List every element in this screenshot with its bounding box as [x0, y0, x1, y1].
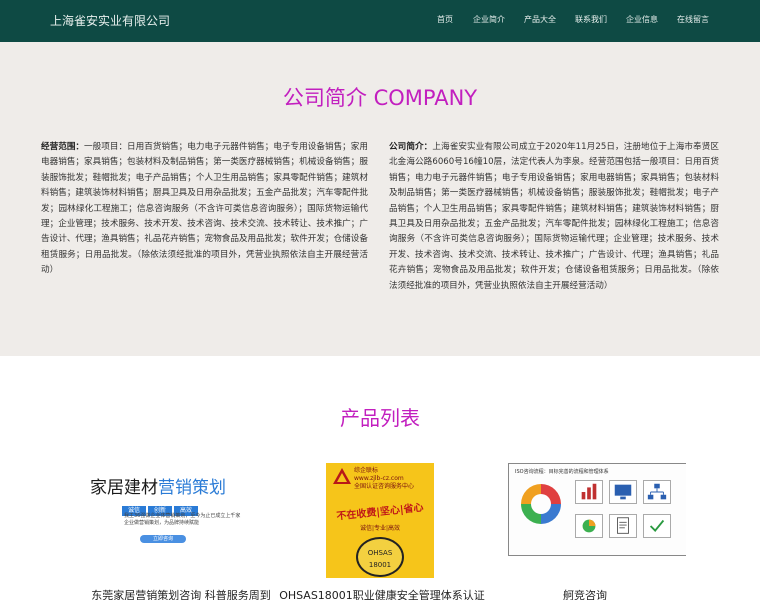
nav-item-message[interactable]: 在线留言: [677, 14, 709, 25]
product-card[interactable]: 综企联标 www.zjlb-cz.com 全国认证咨询服务中心 不在收费|坚心|…: [277, 463, 485, 600]
business-scope-body: 一般项目：日用百货销售；电力电子元器件销售；电子专用设备销售；家用电器销售；家具…: [41, 142, 368, 276]
company-intro-text: 公司简介：上海雀安实业有限公司成立于2020年11月25日，注册地位于上海市奉贤…: [389, 140, 719, 294]
business-scope-label: 经营范围：: [41, 142, 85, 152]
diagram-steps: [575, 478, 686, 548]
poster-slogan: 不在收费|坚心|省心: [336, 502, 425, 523]
bar-chart-icon: [581, 483, 597, 500]
product-card[interactable]: 家居建材营销策划 诚信 创新 高效 我主36强做企业体营销策划，至今为止已成立上千家…: [76, 463, 282, 600]
document-icon: [617, 517, 629, 534]
nav-item-company-info[interactable]: 企业信息: [626, 14, 658, 25]
nav-item-about[interactable]: 企业简介: [473, 14, 505, 25]
product-image[interactable]: 综企联标 www.zjlb-cz.com 全国认证咨询服务中心 不在收费|坚心|…: [277, 463, 483, 578]
step-box: [575, 514, 603, 538]
company-intro-body: 上海雀安实业有限公司成立于2020年11月25日，注册地位于上海市奉贤区北金海公…: [389, 142, 719, 291]
step-box: [609, 480, 637, 504]
ohsas-poster: 综企联标 www.zjlb-cz.com 全国认证咨询服务中心 不在收费|坚心|…: [326, 463, 434, 578]
product-caption[interactable]: OHSAS18001职业健康安全管理体系认证: [267, 587, 497, 600]
main-nav: 首页 企业简介 产品大全 联系我们 企业信息 在线留言: [0, 14, 760, 28]
nav-item-products[interactable]: 产品大全: [524, 14, 556, 25]
image-description: 我主36强做企业体营销策划，至今为止已成立上千家企业做营销策划，为品牌持续赋能: [124, 513, 241, 526]
triangle-logo-icon: [333, 468, 351, 484]
monitor-icon: [614, 484, 632, 500]
ohsas-badge: OHSAS 18001: [356, 537, 404, 577]
products-title: 产品列表: [340, 406, 420, 430]
product-caption[interactable]: 舸竞咨询: [470, 587, 700, 600]
business-scope-text: 经营范围：一般项目：日用百货销售；电力电子元器件销售；电子专用设备销售；家用电器…: [41, 140, 368, 279]
cycle-diagram-icon: [521, 484, 561, 524]
image-headline: 家居建材营销策划: [90, 478, 226, 498]
poster-header: 综企联标 www.zjlb-cz.com 全国认证咨询服务中心: [354, 467, 415, 490]
top-navbar: 上海雀安实业有限公司 首页 企业简介 产品大全 联系我们 企业信息 在线留言: [0, 0, 760, 42]
nav-item-home[interactable]: 首页: [437, 14, 453, 25]
product-card[interactable]: ISO咨询流程：目标完善的流程和管理体系 舸竞咨询: [480, 463, 686, 600]
iso-process-diagram: ISO咨询流程：目标完善的流程和管理体系: [508, 463, 686, 556]
product-caption[interactable]: 东莞家居营销策划咨询 科普服务周到: [66, 587, 296, 600]
network-icon: [647, 483, 667, 500]
diagram-heading: ISO咨询流程：目标完善的流程和管理体系: [515, 469, 609, 475]
product-image[interactable]: 家居建材营销策划 诚信 创新 高效 我主36强做企业体营销策划，至今为止已成立上千家…: [76, 463, 282, 578]
step-box: [609, 514, 637, 538]
step-box: [643, 480, 671, 504]
about-title: 公司简介 COMPANY: [282, 86, 478, 110]
checkmark-icon: [649, 519, 665, 532]
company-intro-label: 公司简介：: [389, 142, 433, 152]
pie-icon: [582, 519, 596, 533]
product-image[interactable]: ISO咨询流程：目标完善的流程和管理体系: [480, 463, 686, 578]
poster-subline: 诚信|专业|高效: [359, 525, 401, 532]
step-box: [643, 514, 671, 538]
image-pill: 立即咨询: [140, 535, 186, 543]
nav-item-contact[interactable]: 联系我们: [575, 14, 607, 25]
step-box: [575, 480, 603, 504]
about-section: 公司简介 COMPANY 经营范围：一般项目：日用百货销售；电力电子元器件销售；…: [0, 42, 760, 356]
